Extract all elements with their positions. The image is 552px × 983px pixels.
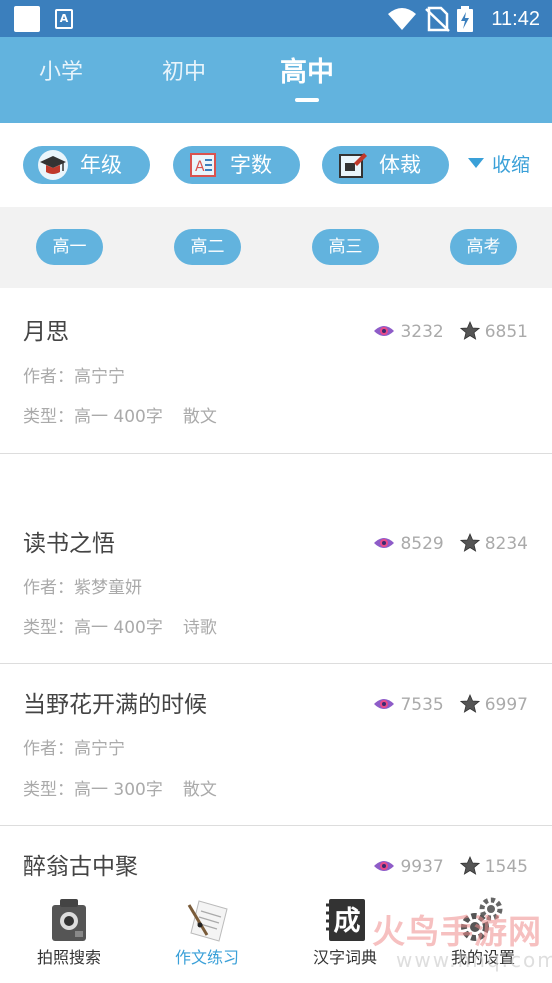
star-icon: [459, 856, 480, 875]
battery-charging-icon: [457, 6, 473, 32]
nav-dictionary-label: 汉字词典: [312, 948, 377, 967]
eye-icon: [374, 861, 395, 871]
essay-words: 300字: [113, 780, 163, 800]
essay-title: 醉翁古中聚: [23, 854, 138, 880]
eye-icon: [374, 538, 395, 548]
triangle-down-icon: [468, 158, 484, 168]
grade-chip-3[interactable]: 高三: [312, 229, 379, 265]
essay-title: 月思: [23, 319, 69, 345]
nav-essay-practice-label: 作文练习: [174, 948, 239, 967]
view-count: 3232: [400, 322, 444, 342]
view-count: 9937: [400, 857, 444, 877]
essay-stats: 3232 6851: [373, 320, 528, 344]
essay-title: 当野花开满的时候: [23, 692, 207, 718]
author-name: 高宁宁: [74, 739, 125, 759]
grade-filter-button[interactable]: 年级: [23, 146, 150, 184]
star-icon: [459, 321, 480, 340]
essay-author: 作者：紫梦童妍: [23, 576, 142, 600]
collapse-toggle[interactable]: 收缩: [468, 152, 530, 178]
star-icon: [459, 694, 480, 713]
grade-filter-label: 年级: [80, 153, 122, 177]
nav-my-settings[interactable]: 我的设置: [414, 887, 552, 983]
view-count: 7535: [400, 695, 444, 715]
dictionary-cheng-icon: 成: [326, 899, 365, 941]
tab-junior-high[interactable]: 初中: [162, 55, 206, 91]
grade-chip-1[interactable]: 高一: [36, 229, 103, 265]
active-tab-indicator: [295, 98, 319, 102]
collapse-label: 收缩: [492, 154, 531, 176]
nav-dictionary[interactable]: 成 汉字词典: [276, 887, 414, 983]
star-count: 8234: [484, 534, 528, 554]
genre-filter-label: 体裁: [379, 153, 421, 177]
grade-chip-exam[interactable]: 高考: [450, 229, 517, 265]
essay-stats: 9937 1545: [373, 855, 528, 879]
type-prefix: 类型：: [23, 407, 74, 427]
eye-icon: [374, 699, 395, 709]
author-prefix: 作者：: [23, 739, 74, 759]
notification-icon: [14, 6, 40, 32]
no-sim-icon: [425, 6, 450, 32]
wifi-icon: [388, 8, 416, 30]
graduation-cap-icon: [38, 150, 68, 180]
nav-my-settings-label: 我的设置: [450, 948, 515, 967]
svg-text:A: A: [195, 159, 205, 175]
essay-words: 400字: [113, 618, 163, 638]
essay-title: 读书之悟: [23, 531, 115, 557]
status-bar: A 11:42: [0, 0, 552, 37]
edit-document-icon: [339, 153, 367, 178]
star-count: 6851: [484, 322, 528, 342]
star-count: 6997: [484, 695, 528, 715]
author-prefix: 作者：: [23, 578, 74, 598]
pen-paper-icon: [187, 900, 228, 942]
nav-essay-practice[interactable]: 作文练习: [138, 887, 276, 983]
type-prefix: 类型：: [23, 780, 74, 800]
eye-icon: [374, 326, 395, 336]
bottom-navigation: 拍照搜索 作文练习 成 汉字词典 我的设置: [0, 887, 552, 983]
essay-list-item[interactable]: 月思 3232 6851 作者：高宁宁 类型：高一 400字 散文: [0, 288, 552, 454]
essay-stats: 8529 8234: [373, 532, 528, 556]
author-name: 高宁宁: [74, 367, 125, 387]
word-count-filter-button[interactable]: A 字数: [173, 146, 300, 184]
text-count-icon: A: [190, 153, 216, 177]
word-count-filter-label: 字数: [230, 153, 272, 177]
grade-chip-2[interactable]: 高二: [174, 229, 241, 265]
essay-words: 400字: [113, 407, 163, 427]
essay-grade: 高一: [74, 780, 108, 800]
nav-photo-search[interactable]: 拍照搜索: [0, 887, 138, 983]
svg-text:成: 成: [334, 906, 361, 937]
camera-icon: [52, 899, 86, 941]
essay-genre: 诗歌: [182, 618, 217, 638]
essay-list-item[interactable]: 当野花开满的时候 7535 6997 作者：高宁宁 类型：高一 300字 散文: [0, 664, 552, 826]
essay-genre: 散文: [182, 780, 217, 800]
essay-genre: 散文: [182, 407, 217, 427]
author-prefix: 作者：: [23, 367, 74, 387]
essay-author: 作者：高宁宁: [23, 737, 125, 761]
filter-row: 年级 A 字数 体裁 收缩: [0, 123, 552, 207]
type-prefix: 类型：: [23, 618, 74, 638]
tab-senior-high[interactable]: 高中: [280, 55, 334, 91]
essay-author: 作者：高宁宁: [23, 365, 125, 389]
essay-list-item[interactable]: 读书之悟 8529 8234 作者：紫梦童妍 类型：高一 400字 诗歌: [0, 454, 552, 664]
view-count: 8529: [400, 534, 444, 554]
gear-icon: [461, 897, 503, 941]
nav-photo-search-label: 拍照搜索: [36, 948, 101, 967]
essay-grade: 高一: [74, 618, 108, 638]
grade-chip-row: 高一 高二 高三 高考: [0, 207, 552, 288]
tab-primary-school[interactable]: 小学: [39, 55, 83, 91]
star-count: 1545: [484, 857, 528, 877]
level-tab-bar: 小学 初中 高中: [0, 37, 552, 123]
essay-grade: 高一: [74, 407, 108, 427]
a-app-icon: A: [55, 9, 73, 29]
author-name: 紫梦童妍: [74, 578, 142, 598]
essay-list-item[interactable]: 醉翁古中聚 9937 1545: [0, 826, 552, 887]
essay-type: 类型：高一 300字 散文: [23, 778, 217, 802]
essay-type: 类型：高一 400字 诗歌: [23, 616, 217, 640]
essay-type: 类型：高一 400字 散文: [23, 405, 217, 429]
clock: 11:42: [491, 8, 540, 30]
genre-filter-button[interactable]: 体裁: [322, 146, 449, 184]
essay-stats: 7535 6997: [373, 693, 528, 717]
star-icon: [459, 533, 480, 552]
